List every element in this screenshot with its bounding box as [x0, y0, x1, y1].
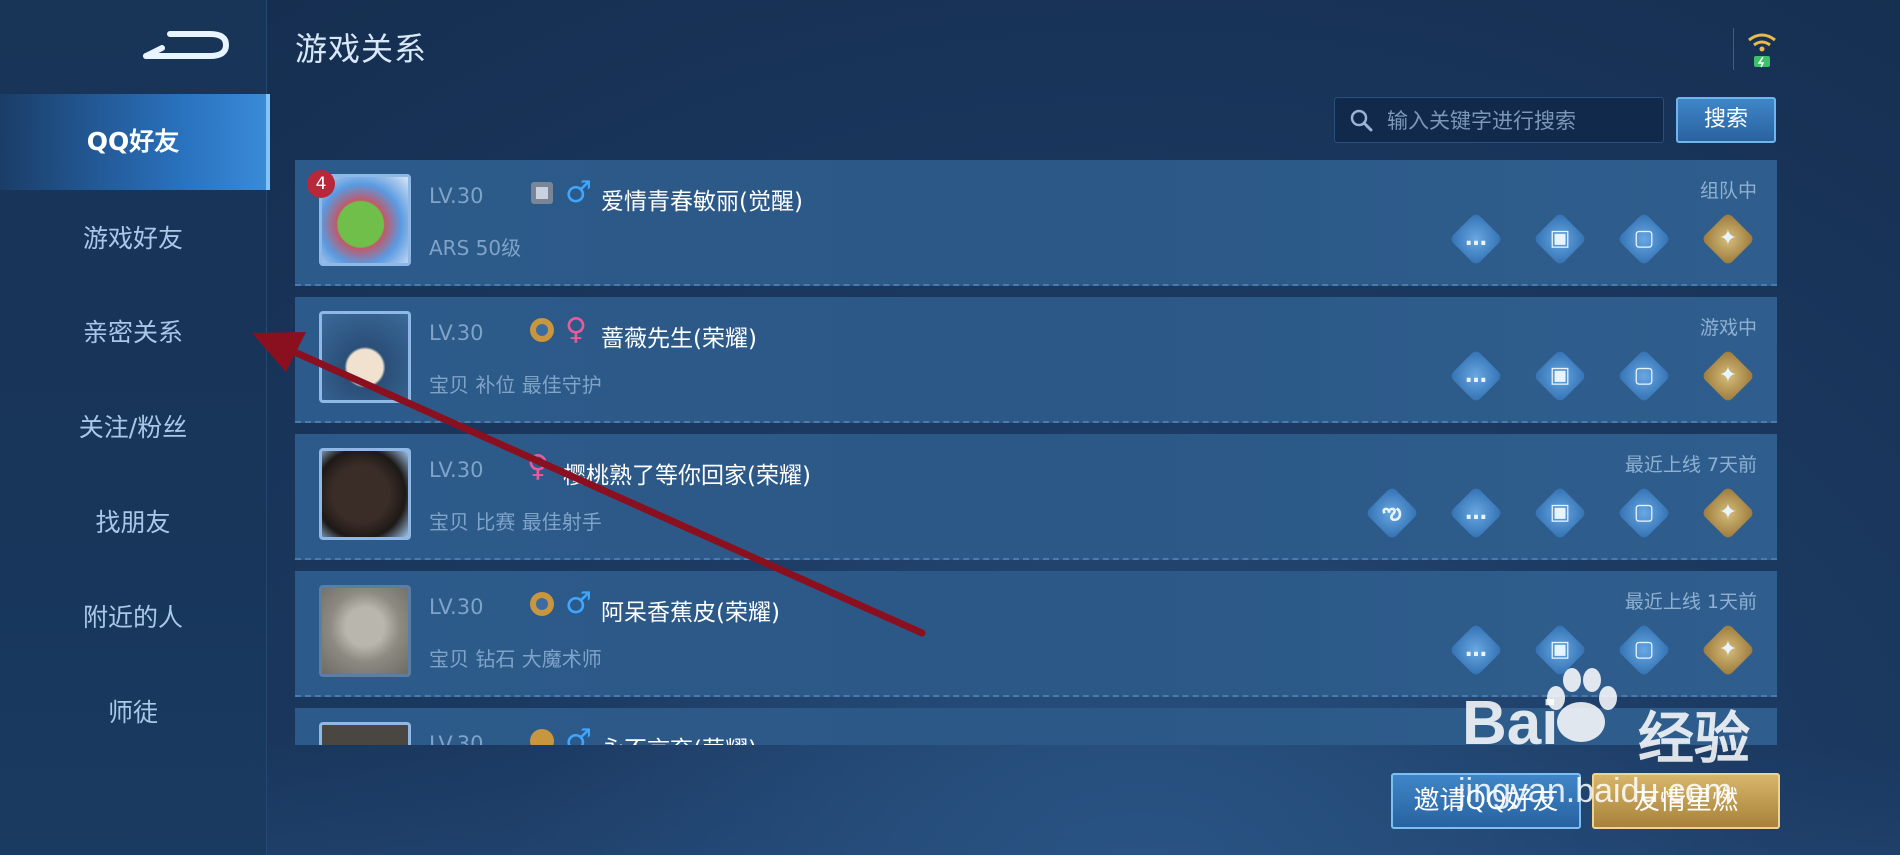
level-label: LV.30 [429, 321, 484, 345]
female-icon: ♀ [565, 312, 587, 347]
friend-name: 爱情青春敏丽(觉醒) [601, 189, 803, 215]
wake-icon[interactable]: ఌ [1365, 486, 1419, 540]
invite-icon[interactable]: ▢ [1617, 623, 1671, 677]
search-button[interactable]: 搜索 [1676, 97, 1776, 143]
gift-icon[interactable]: ▣ [1533, 349, 1587, 403]
friend-subline: 宝贝 钻石 大魔术师 [429, 647, 602, 671]
action-group: … ▣ ▢ ✦ [1449, 623, 1755, 677]
friend-status: 组队中 [1699, 180, 1757, 202]
avatar[interactable] [319, 585, 411, 677]
spark-icon[interactable]: ✦ [1701, 623, 1755, 677]
gift-icon[interactable]: ▣ [1533, 212, 1587, 266]
avatar[interactable] [319, 311, 411, 403]
level-label: LV.30 [429, 732, 484, 745]
friend-subline: 宝贝 比赛 最佳射手 [429, 510, 602, 534]
friend-subline: 宝贝 补位 最佳守护 [429, 373, 602, 397]
action-group: … ▣ ▢ ✦ [1449, 212, 1755, 266]
rank-icon [530, 729, 554, 745]
invite-icon[interactable]: ▢ [1617, 349, 1671, 403]
chat-icon[interactable]: … [1449, 623, 1503, 677]
friendship-ignite-button[interactable]: 友情星燃 [1592, 773, 1780, 829]
sidebar: QQ好友 游戏好友 亲密关系 关注/粉丝 找朋友 附近的人 师徒 [0, 0, 270, 855]
friend-name: 永不言弃(荣耀) [601, 730, 757, 745]
level-label: LV.30 [429, 184, 484, 208]
sidebar-item-follow-fans[interactable]: 关注/粉丝 [0, 392, 266, 464]
rank-icon [530, 318, 554, 342]
gift-icon[interactable]: ▣ [1533, 623, 1587, 677]
chat-icon[interactable]: … [1449, 349, 1503, 403]
level-label: LV.30 [429, 458, 484, 482]
friend-status: 最近上线 7天前 [1624, 454, 1757, 476]
avatar[interactable] [319, 722, 411, 745]
action-group: ఌ … ▣ ▢ ✦ [1365, 486, 1755, 540]
back-arrow-icon[interactable] [140, 26, 230, 66]
friend-status: 最近上线 1天前 [1624, 591, 1757, 613]
action-group: … ▣ ▢ ✦ [1449, 349, 1755, 403]
sidebar-item-nearby[interactable]: 附近的人 [0, 582, 266, 654]
invite-icon[interactable]: ▢ [1617, 486, 1671, 540]
friend-row[interactable]: LV.30 ♀ 蔷薇先生(荣耀) 宝贝 补位 最佳守护 游戏中 … ▣ ▢ ✦ [295, 297, 1777, 423]
sidebar-item-find-friends[interactable]: 找朋友 [0, 487, 266, 559]
avatar[interactable] [319, 448, 411, 540]
level-label: LV.30 [429, 595, 484, 619]
friend-row[interactable]: LV.30 ♂ 阿呆香蕉皮(荣耀) 宝贝 钻石 大魔术师 最近上线 1天前 … … [295, 571, 1777, 697]
sidebar-item-game-friends[interactable]: 游戏好友 [0, 203, 266, 275]
sidebar-item-mentor[interactable]: 师徒 [0, 677, 266, 749]
invite-icon[interactable]: ▢ [1617, 212, 1671, 266]
male-icon: ♂ [565, 586, 592, 621]
spark-icon[interactable]: ✦ [1701, 349, 1755, 403]
friend-list[interactable]: 4 LV.30 ♂ 爱情青春敏丽(觉醒) ARS 50级 组队中 … ▣ ▢ ✦… [295, 160, 1777, 745]
friend-name: 阿呆香蕉皮(荣耀) [601, 600, 780, 626]
sidebar-item-qq-friends[interactable]: QQ好友 [0, 94, 270, 190]
friend-row[interactable]: 4 LV.30 ♂ 爱情青春敏丽(觉醒) ARS 50级 组队中 … ▣ ▢ ✦ [295, 160, 1777, 286]
rank-icon [531, 182, 553, 204]
rank-icon [530, 592, 554, 616]
chat-icon[interactable]: … [1449, 486, 1503, 540]
spark-icon[interactable]: ✦ [1701, 212, 1755, 266]
wifi-battery-icon [1748, 33, 1776, 68]
gift-icon[interactable]: ▣ [1533, 486, 1587, 540]
header-divider [1733, 28, 1734, 70]
friend-subline: ARS 50级 [429, 236, 522, 260]
search-box [1334, 97, 1664, 144]
chat-icon[interactable]: … [1449, 212, 1503, 266]
sidebar-item-intimate[interactable]: 亲密关系 [0, 297, 266, 369]
search-input[interactable] [1385, 98, 1659, 144]
invite-qq-friends-button[interactable]: 邀请QQ好友 [1391, 773, 1581, 829]
friend-row[interactable]: LV.30 ♀ 樱桃熟了等你回家(荣耀) 宝贝 比赛 最佳射手 最近上线 7天前… [295, 434, 1777, 560]
notification-badge: 4 [307, 170, 335, 198]
friend-row[interactable]: LV.30 ♂ 永不言弃(荣耀) [295, 708, 1777, 745]
friend-name: 樱桃熟了等你回家(荣耀) [563, 463, 811, 489]
friend-status: 游戏中 [1699, 317, 1757, 339]
friend-name: 蔷薇先生(荣耀) [601, 326, 757, 352]
female-icon: ♀ [527, 449, 549, 484]
page-title: 游戏关系 [295, 30, 428, 68]
search-icon [1350, 109, 1373, 132]
spark-icon[interactable]: ✦ [1701, 486, 1755, 540]
male-icon: ♂ [565, 723, 592, 746]
male-icon: ♂ [565, 175, 592, 210]
